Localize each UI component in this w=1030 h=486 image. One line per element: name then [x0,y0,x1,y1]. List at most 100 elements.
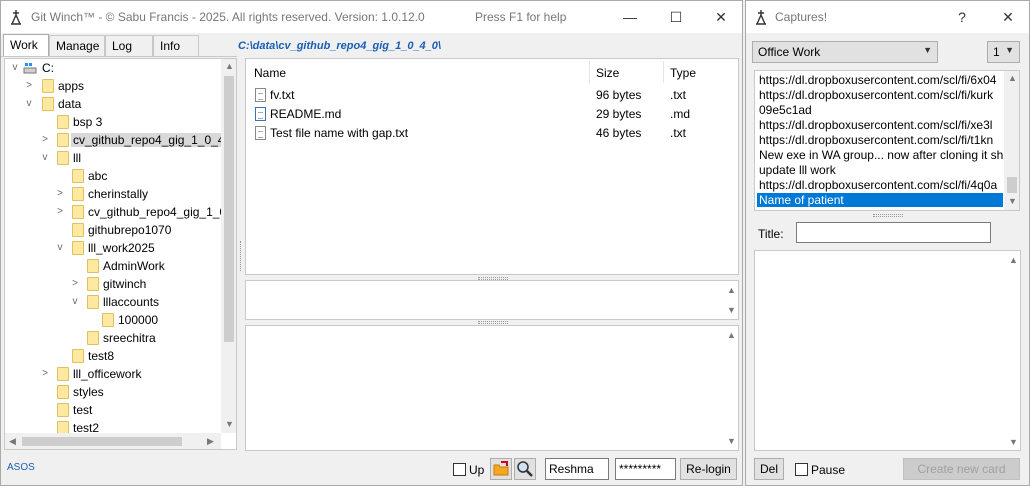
main-titlebar[interactable]: Git Winch™ - © Sabu Francis - 2025. All … [1,1,742,33]
tree-node[interactable]: > cherinstally [5,185,225,203]
chevron-down-icon[interactable]: v [55,239,65,257]
capture-item[interactable]: 09e5c1ad [759,103,812,117]
number-dropdown[interactable]: 1 ▼ [987,41,1020,63]
tree-node[interactable]: test8 [5,347,225,365]
splitter-grip[interactable] [873,214,903,217]
tab-work[interactable]: Work [3,34,49,56]
output-box[interactable]: ▲ ▼ [245,325,739,451]
scroll-up-icon[interactable]: ▲ [225,61,234,71]
column-name[interactable]: Name [254,66,286,80]
tree-node[interactable]: sreechitra [5,329,225,347]
scroll-thumb[interactable] [224,76,234,342]
chevron-right-icon[interactable]: > [55,185,65,203]
chevron-right-icon[interactable]: > [40,365,50,383]
chevron-right-icon[interactable]: > [70,275,80,293]
tree-node[interactable]: AdminWork [5,257,225,275]
scroll-right-icon[interactable]: ▶ [207,436,214,447]
search-button[interactable] [514,458,536,480]
tree-vertical-scrollbar[interactable]: ▲ ▼ [221,59,236,433]
tree-node[interactable]: > lll_officework [5,365,225,383]
capture-content-box[interactable]: ▲ ▼ [754,250,1021,451]
tree-node[interactable]: > apps [5,77,225,95]
minimize-button[interactable]: — [607,1,653,33]
capture-item[interactable]: https://dl.dropboxusercontent.com/scl/fi… [759,118,992,132]
capture-item[interactable]: New exe in WA group... now after cloning… [759,148,1003,162]
tree-node-drive[interactable]: v C: [5,59,225,77]
close-button[interactable]: ✕ [985,1,1030,33]
file-size: 46 bytes [596,126,642,140]
splitter-grip[interactable] [478,321,508,324]
column-separator[interactable] [589,61,590,83]
tree-node[interactable]: test [5,401,225,419]
scroll-down-icon[interactable]: ▼ [727,305,736,315]
scroll-up-icon[interactable]: ▲ [727,330,736,340]
scroll-up-icon[interactable]: ▲ [727,285,736,295]
relogin-button[interactable]: Re-login [680,458,737,480]
password-field[interactable]: ********* [615,458,676,480]
capture-item-selected[interactable]: Name of patient [757,193,1003,207]
tab-info[interactable]: Info [153,35,199,56]
scroll-left-icon[interactable]: ◀ [9,436,16,447]
maximize-button[interactable]: ☐ [653,1,699,33]
close-button[interactable]: ✕ [698,1,744,33]
file-row[interactable]: README.md 29 bytes .md [246,105,738,124]
tree-node[interactable]: v lll_work2025 [5,239,225,257]
capture-item[interactable]: https://dl.dropboxusercontent.com/scl/fi… [759,178,997,192]
file-row[interactable]: Test file name with gap.txt 46 bytes .tx… [246,124,738,143]
captures-scrollbar[interactable]: ▲ ▼ [1004,71,1019,210]
capture-item[interactable]: https://dl.dropboxusercontent.com/scl/fi… [759,73,996,87]
column-size[interactable]: Size [596,66,619,80]
capture-item[interactable]: https://dl.dropboxusercontent.com/scl/fi… [759,88,993,102]
scroll-down-icon[interactable]: ▼ [727,436,736,446]
captures-list[interactable]: https://dl.dropboxusercontent.com/scl/fi… [754,70,1020,211]
file-row[interactable]: fv.txt 96 bytes .txt [246,86,738,105]
category-dropdown[interactable]: Office Work ▼ [752,41,938,63]
help-button[interactable]: ? [939,1,985,33]
tab-log[interactable]: Log [105,35,153,56]
up-checkbox[interactable] [453,463,466,476]
column-separator[interactable] [663,61,664,83]
tree-horizontal-scrollbar[interactable]: ◀ ▶ [5,433,221,449]
open-folder-button[interactable] [490,458,512,480]
chevron-right-icon[interactable]: > [24,77,34,95]
tree-node[interactable]: styles [5,383,225,401]
tree-node[interactable]: bsp 3 [5,113,225,131]
vertical-splitter[interactable] [240,241,242,271]
tree-node[interactable]: > gitwinch [5,275,225,293]
file-list[interactable]: Name Size Type fv.txt 96 bytes .txt READ… [245,58,739,275]
scroll-up-icon[interactable]: ▲ [1008,73,1017,83]
tree-node-selected[interactable]: > cv_github_repo4_gig_1_0_4_0 [5,131,236,149]
chevron-down-icon[interactable]: v [40,149,50,167]
scroll-down-icon[interactable]: ▼ [1009,437,1018,447]
scroll-down-icon[interactable]: ▼ [1008,196,1017,206]
chevron-right-icon[interactable]: > [55,203,65,221]
username-field[interactable]: Reshma [545,458,609,480]
commit-message-box[interactable]: ▲ ▼ [245,280,739,320]
column-type[interactable]: Type [670,66,696,80]
chevron-down-icon[interactable]: v [24,95,34,113]
scroll-thumb[interactable] [1007,177,1017,193]
tab-manage[interactable]: Manage [49,35,105,56]
tree-node[interactable]: > cv_github_repo4_gig_1_0_4_0 [5,203,236,221]
chevron-down-icon[interactable]: v [10,59,20,77]
tree-node[interactable]: v data [5,95,225,113]
chevron-down-icon[interactable]: v [70,293,80,311]
capture-item[interactable]: https://dl.dropboxusercontent.com/scl/fi… [759,133,993,147]
tree-node[interactable]: v lllaccounts [5,293,225,311]
tree-node[interactable]: githubrepo1070 [5,221,225,239]
pause-checkbox[interactable] [795,463,808,476]
create-card-button[interactable]: Create new card [903,458,1020,480]
title-input[interactable] [796,222,991,243]
tree-node[interactable]: abc [5,167,225,185]
scroll-thumb[interactable] [22,437,182,446]
folder-tree[interactable]: v C: > apps v data bsp 3 > cv_github_rep… [4,58,237,450]
captures-titlebar[interactable]: Captures! ? ✕ [746,1,1029,33]
tree-node[interactable]: 100000 [5,311,225,329]
capture-item[interactable]: update lll work [759,163,836,177]
delete-button[interactable]: Del [754,458,784,480]
scroll-down-icon[interactable]: ▼ [225,419,234,429]
chevron-right-icon[interactable]: > [40,131,50,149]
tree-node[interactable]: v lll [5,149,225,167]
scroll-up-icon[interactable]: ▲ [1009,255,1018,265]
tree-node-label: bsp 3 [73,115,103,129]
